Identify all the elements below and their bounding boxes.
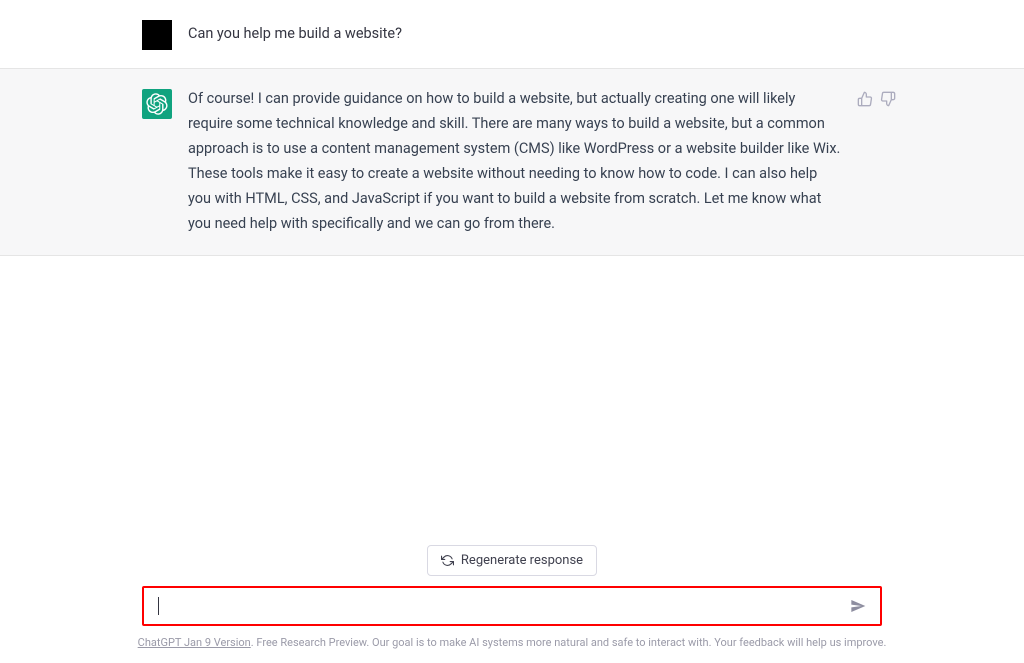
message-input[interactable] — [159, 597, 836, 615]
refresh-icon — [441, 554, 454, 567]
assistant-message-text: Of course! I can provide guidance on how… — [188, 87, 882, 237]
regenerate-button[interactable]: Regenerate response — [427, 545, 597, 576]
message-input-container[interactable] — [142, 586, 882, 626]
send-button[interactable] — [846, 594, 870, 618]
thumbs-up-icon — [857, 91, 873, 107]
conversation-list: Can you help me build a website? Of cour… — [0, 0, 1024, 256]
footer-rest: . Free Research Preview. Our goal is to … — [251, 636, 887, 649]
footer-disclaimer: ChatGPT Jan 9 Version. Free Research Pre… — [112, 636, 912, 649]
assistant-message-row: Of course! I can provide guidance on how… — [0, 69, 1024, 256]
thumbs-down-icon — [880, 91, 896, 107]
thumbs-up-button[interactable] — [857, 91, 873, 107]
user-avatar — [142, 20, 172, 50]
thumbs-down-button[interactable] — [880, 91, 896, 107]
bottom-area: Regenerate response ChatGPT Jan 9 Versio… — [0, 545, 1024, 663]
user-message-row: Can you help me build a website? — [0, 0, 1024, 69]
openai-logo-icon — [146, 93, 168, 115]
assistant-avatar — [142, 89, 172, 119]
version-link[interactable]: ChatGPT Jan 9 Version — [138, 636, 251, 649]
regenerate-label: Regenerate response — [461, 553, 583, 568]
send-icon — [850, 598, 866, 614]
user-message-text: Can you help me build a website? — [188, 18, 882, 47]
feedback-controls — [857, 91, 896, 107]
